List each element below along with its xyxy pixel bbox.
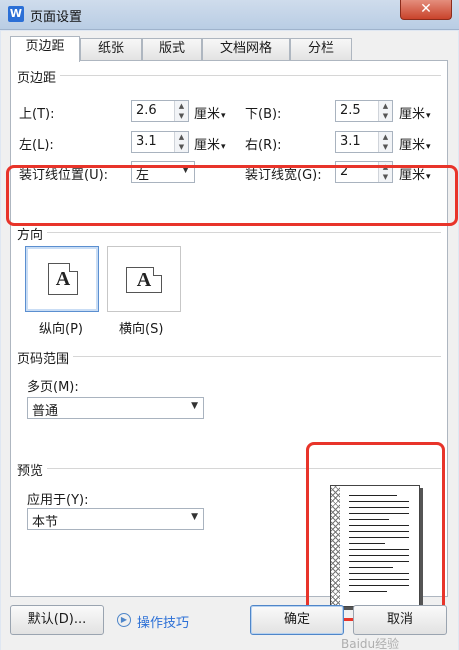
ok-button[interactable]: 确定 <box>250 605 344 635</box>
group-divider <box>17 232 441 233</box>
margins-group-title: 页边距 <box>17 67 61 86</box>
tips-link[interactable]: 操作技巧 <box>137 612 189 631</box>
group-divider <box>17 356 441 357</box>
spin-up-icon[interactable]: ▲ <box>379 101 392 111</box>
title-bar: W 页面设置 ✕ <box>0 0 459 30</box>
gutter-highlight-box <box>6 165 458 226</box>
apply-to-label: 应用于(Y): <box>27 493 89 508</box>
chevron-down-icon: ▼ <box>191 512 198 522</box>
watermark: Baidu经验 <box>341 637 400 650</box>
tab-margins[interactable]: 页边距 <box>10 36 80 62</box>
tab-document-grid[interactable]: 文档网格 <box>202 38 290 60</box>
right-margin-label: 右(R): <box>245 138 282 153</box>
top-margin-value: 2.6 <box>136 103 157 118</box>
right-margin-value: 3.1 <box>340 134 361 149</box>
page-range-group-title: 页码范围 <box>17 348 74 367</box>
tab-layout[interactable]: 版式 <box>142 38 202 60</box>
preview-highlight-box <box>306 442 445 621</box>
right-margin-spinner[interactable]: 3.1 ▲ ▼ <box>335 131 393 153</box>
spin-down-icon[interactable]: ▼ <box>175 111 188 121</box>
bottom-margin-unit[interactable]: 厘米 <box>399 103 431 122</box>
portrait-document-icon: A <box>48 263 78 295</box>
multiple-pages-select[interactable]: 普通 ▼ <box>27 397 204 419</box>
left-margin-spinner[interactable]: 3.1 ▲ ▼ <box>131 131 189 153</box>
left-margin-unit[interactable]: 厘米 <box>194 134 226 153</box>
window-title: 页面设置 <box>30 10 83 25</box>
close-button[interactable]: ✕ <box>400 0 452 20</box>
chevron-down-icon: ▼ <box>191 401 198 411</box>
portrait-option[interactable]: A <box>25 246 99 312</box>
spin-down-icon[interactable]: ▼ <box>175 142 188 152</box>
landscape-option[interactable]: A <box>107 246 181 312</box>
spin-down-icon[interactable]: ▼ <box>379 111 392 121</box>
orientation-group-title: 方向 <box>17 224 48 243</box>
cancel-button[interactable]: 取消 <box>353 605 447 635</box>
top-margin-unit[interactable]: 厘米 <box>194 103 226 122</box>
top-margin-spinner[interactable]: 2.6 ▲ ▼ <box>131 100 189 122</box>
apply-to-select[interactable]: 本节 ▼ <box>27 508 204 530</box>
spin-down-icon[interactable]: ▼ <box>379 142 392 152</box>
landscape-label[interactable]: 横向(S) <box>119 318 163 337</box>
page-setup-dialog: 页边距 纸张 版式 文档网格 分栏 页边距 上(T): 2.6 ▲▼ 厘米 下(… <box>1 31 458 650</box>
apply-to-value: 本节 <box>32 515 59 530</box>
top-margin-label: 上(T): <box>19 107 55 122</box>
bottom-margin-spinner[interactable]: 2.5 ▲ ▼ <box>335 100 393 122</box>
app-icon: W <box>8 6 24 22</box>
right-margin-unit[interactable]: 厘米 <box>399 134 431 153</box>
play-icon[interactable]: ▶ <box>117 613 131 627</box>
bottom-margin-label: 下(B): <box>245 107 282 122</box>
margins-panel: 页边距 上(T): 2.6 ▲▼ 厘米 下(B): 2.5 ▲▼ 厘米 左(L)… <box>6 60 458 621</box>
spin-up-icon[interactable]: ▲ <box>379 132 392 142</box>
portrait-label[interactable]: 纵向(P) <box>39 318 83 337</box>
multiple-pages-value: 普通 <box>32 404 59 419</box>
left-margin-value: 3.1 <box>136 134 157 149</box>
tab-paper[interactable]: 纸张 <box>80 38 142 60</box>
left-margin-label: 左(L): <box>19 138 54 153</box>
default-button[interactable]: 默认(D)... <box>10 605 104 635</box>
multiple-pages-label: 多页(M): <box>27 380 79 395</box>
landscape-document-icon: A <box>126 267 162 293</box>
spin-up-icon[interactable]: ▲ <box>175 132 188 142</box>
group-divider <box>17 75 441 76</box>
preview-group-title: 预览 <box>17 460 48 479</box>
spin-up-icon[interactable]: ▲ <box>175 101 188 111</box>
bottom-margin-value: 2.5 <box>340 103 361 118</box>
tab-columns[interactable]: 分栏 <box>290 38 352 60</box>
